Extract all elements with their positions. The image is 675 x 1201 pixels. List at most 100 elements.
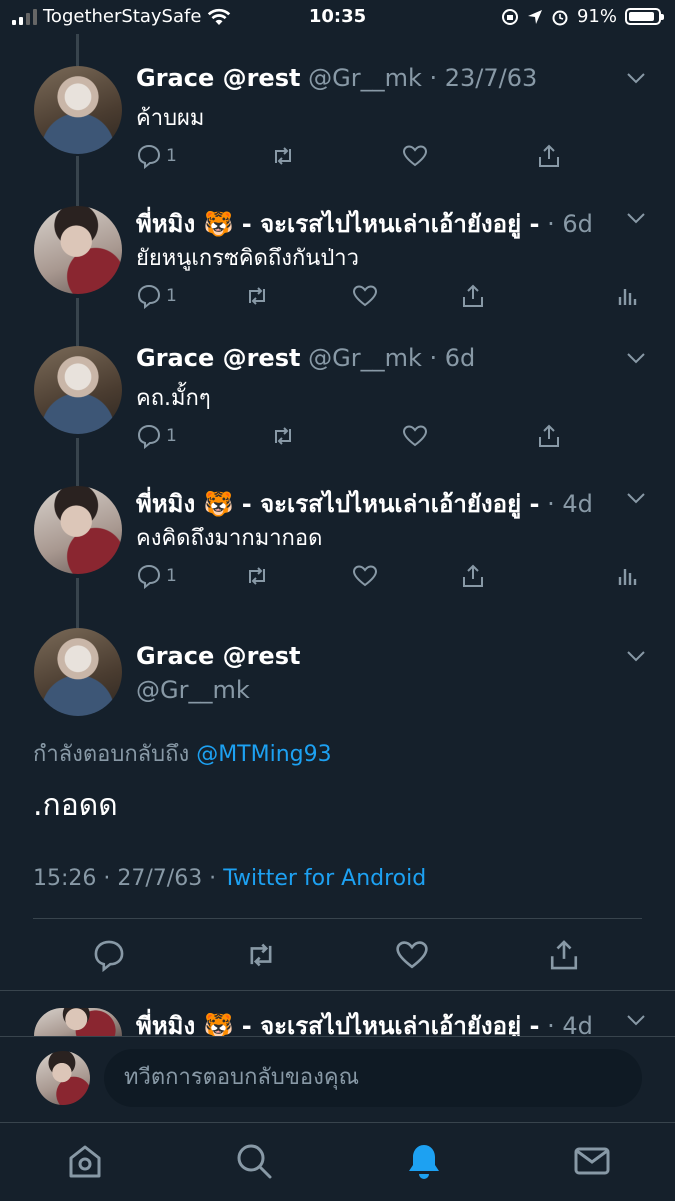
battery-percent: 91% (576, 6, 617, 27)
reply-count: 1 (166, 286, 177, 306)
retweet-icon (249, 287, 265, 305)
reply-button[interactable]: 1 (136, 562, 177, 590)
replying-to: กำลังตอบกลับถึง @MTMing93 (33, 736, 332, 771)
focus-tweet-meta: 15:26 · 27/7/63 · Twitter for Android (33, 866, 426, 891)
search-icon[interactable] (234, 1141, 274, 1181)
tweet-header: พี่หมิง 🐯 - จะเรสไปไหนเล่าเอ้ายังอยู่ - … (136, 204, 593, 243)
chevron-down-icon[interactable] (627, 352, 645, 364)
avatar[interactable] (34, 206, 122, 294)
focus-author-handle[interactable]: @Gr__mk (136, 676, 250, 704)
status-right: 91% (501, 6, 664, 27)
share-button[interactable] (460, 282, 486, 310)
battery-icon (625, 8, 664, 25)
thread-connector (76, 156, 79, 206)
analytics-icon (618, 569, 637, 585)
chevron-down-icon[interactable] (627, 650, 645, 662)
divider (33, 918, 642, 919)
tweet-text: คถ.มั้กๆ (136, 386, 211, 411)
like-icon[interactable] (395, 938, 429, 972)
notifications-icon[interactable] (404, 1141, 444, 1181)
chevron-down-icon[interactable] (627, 212, 645, 224)
battery-level (629, 12, 655, 21)
reply-icon[interactable] (92, 938, 126, 972)
author-handle[interactable]: @Gr__mk (308, 64, 422, 92)
retweet-icon (275, 147, 291, 165)
client-link[interactable]: Twitter for Android (223, 866, 426, 891)
author-name[interactable]: Grace @rest (136, 64, 300, 92)
like-button[interactable] (352, 562, 378, 590)
thread-connector (76, 298, 79, 346)
reply-count: 1 (166, 566, 177, 586)
reply-input[interactable]: ทวีตการตอบกลับของคุณ (104, 1049, 642, 1107)
retweet-button[interactable] (244, 562, 270, 590)
tweet-actions: 1 (136, 282, 637, 312)
retweet-icon (275, 427, 291, 445)
share-button[interactable] (536, 422, 562, 450)
like-button[interactable] (352, 282, 378, 310)
like-icon (402, 145, 428, 167)
retweet-button[interactable] (244, 282, 270, 310)
reply-count: 1 (166, 146, 177, 166)
like-icon (402, 425, 428, 447)
tweet-actions: 1 (136, 422, 636, 452)
retweet-button[interactable] (270, 142, 296, 170)
tweet-text: คงคิดถึงมากมากอด (136, 526, 323, 551)
author-name[interactable]: พี่หมิง 🐯 - จะเรสไปไหนเล่าเอ้ายังอยู่ - (136, 490, 539, 518)
like-button[interactable] (402, 142, 428, 170)
chevron-down-icon[interactable] (627, 72, 645, 84)
focus-timestamp: 15:26 · 27/7/63 · (33, 866, 217, 891)
avatar[interactable] (34, 346, 122, 434)
rotation-lock-icon (501, 8, 518, 25)
mention-link[interactable]: @MTMing93 (196, 742, 331, 767)
home-icon[interactable] (65, 1141, 105, 1181)
avatar[interactable] (34, 486, 122, 574)
tweet-header: Grace @rest @Gr__mk · 6d (136, 344, 475, 372)
retweet-icon[interactable] (244, 938, 278, 972)
reply-button[interactable]: 1 (136, 142, 177, 170)
chevron-down-icon[interactable] (627, 1014, 645, 1026)
alarm-icon (552, 10, 568, 25)
tweet-text: ค้าบผม (136, 106, 205, 131)
share-icon (463, 564, 483, 587)
share-icon[interactable] (547, 938, 581, 972)
messages-icon[interactable] (572, 1141, 612, 1181)
author-handle[interactable]: @Gr__mk (308, 344, 422, 372)
thread-connector (76, 578, 79, 628)
analytics-icon (618, 289, 637, 305)
tweet-header: พี่หมิง 🐯 - จะเรสไปไหนเล่าเอ้ายังอยู่ - … (136, 484, 593, 523)
retweet-icon (249, 567, 265, 585)
avatar[interactable] (34, 1008, 122, 1036)
tweet-text: ยัยหนูเกรซคิดถึงกันป่าว (136, 246, 360, 271)
share-button[interactable] (536, 142, 562, 170)
reply-icon (137, 284, 161, 309)
tweet-actions: 1 (136, 142, 636, 172)
location-icon (527, 9, 542, 24)
focus-tweet-text: .กอดด (33, 788, 118, 823)
tweet-time: · 4d (547, 490, 593, 518)
tab-bar (0, 1122, 675, 1201)
like-button[interactable] (402, 422, 428, 450)
focus-author-name[interactable]: Grace @rest (136, 642, 300, 670)
avatar (36, 1051, 90, 1105)
author-name[interactable]: พี่หมิง 🐯 - จะเรสไปไหนเล่าเอ้ายังอยู่ - (136, 210, 539, 238)
reply-button[interactable]: 1 (136, 282, 177, 310)
reply-icon (137, 564, 161, 589)
like-icon (352, 285, 378, 307)
analytics-button[interactable] (614, 562, 640, 590)
tweet-time: · 6d (547, 210, 593, 238)
reply-count: 1 (166, 426, 177, 446)
share-button[interactable] (460, 562, 486, 590)
replying-to-label: กำลังตอบกลับถึง (33, 742, 190, 767)
tweet-header: Grace @rest @Gr__mk · 23/7/63 (136, 64, 537, 92)
reply-button[interactable]: 1 (136, 422, 177, 450)
thread-connector (76, 34, 79, 66)
author-name[interactable]: Grace @rest (136, 344, 300, 372)
tweet-time: · 6d (421, 344, 476, 372)
tweet-actions: 1 (136, 562, 637, 592)
analytics-button[interactable] (614, 282, 640, 310)
avatar[interactable] (34, 66, 122, 154)
reply-icon (137, 144, 161, 169)
retweet-button[interactable] (270, 422, 296, 450)
chevron-down-icon[interactable] (627, 492, 645, 504)
avatar[interactable] (34, 628, 122, 716)
